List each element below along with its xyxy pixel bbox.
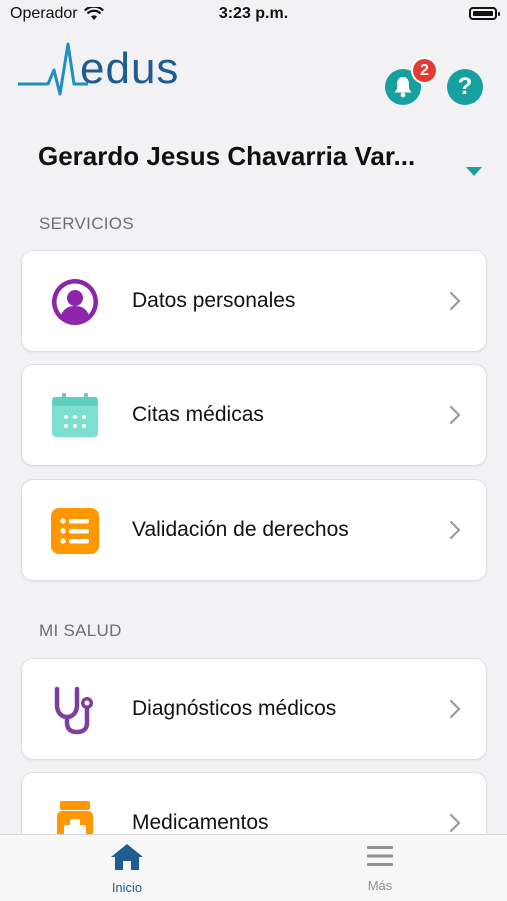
bell-icon (394, 77, 412, 98)
stethoscope-icon (54, 686, 93, 735)
card-label: Diagnósticos médicos (132, 697, 337, 720)
app-header: edus 2 ? (0, 30, 507, 120)
battery-level (473, 11, 493, 16)
chevron-right-icon (449, 405, 461, 425)
health-card-diagnosticos[interactable]: Diagnósticos médicos (21, 658, 487, 760)
caret-down-icon (466, 167, 482, 176)
tab-label-inicio: Inicio (111, 880, 143, 895)
card-label: Medicamentos (132, 811, 269, 834)
edus-logo: edus (18, 42, 178, 102)
service-card-datos-personales[interactable]: Datos personales (21, 250, 487, 352)
question-mark-icon: ? (457, 73, 473, 100)
status-bar: Operador 3:23 p.m. (0, 0, 507, 30)
card-label: Validación de derechos (132, 518, 349, 541)
user-circle-icon (52, 279, 98, 325)
battery-icon (469, 7, 500, 20)
status-time: 3:23 p.m. (218, 5, 289, 22)
help-button[interactable]: ? (447, 69, 483, 105)
list-icon (51, 508, 99, 554)
calendar-icon (52, 393, 98, 437)
section-title-servicios: SERVICIOS (39, 214, 134, 233)
tab-inicio[interactable]: Inicio (77, 843, 177, 895)
section-title-mi-salud: MI SALUD (39, 621, 122, 640)
notification-badge: 2 (411, 57, 438, 84)
chevron-right-icon (449, 699, 461, 719)
tab-mas[interactable]: Más (330, 843, 430, 893)
home-icon (111, 844, 143, 870)
service-card-citas-medicas[interactable]: Citas médicas (21, 364, 487, 466)
chevron-right-icon (449, 291, 461, 311)
tab-bar: Inicio Más (0, 834, 507, 901)
service-card-validacion-derechos[interactable]: Validación de derechos (21, 479, 487, 581)
chevron-right-icon (449, 813, 461, 833)
tab-label-mas: Más (367, 878, 393, 893)
chevron-right-icon (449, 520, 461, 540)
heartbeat-logo-icon (18, 42, 88, 96)
card-label: Citas médicas (132, 403, 264, 426)
menu-icon (367, 846, 393, 866)
logo-text: edus (80, 44, 180, 93)
user-selector[interactable]: Gerardo Jesus Chavarria Var... (38, 141, 488, 181)
user-name: Gerardo Jesus Chavarria Var... (38, 141, 416, 171)
card-label: Datos personales (132, 289, 296, 312)
